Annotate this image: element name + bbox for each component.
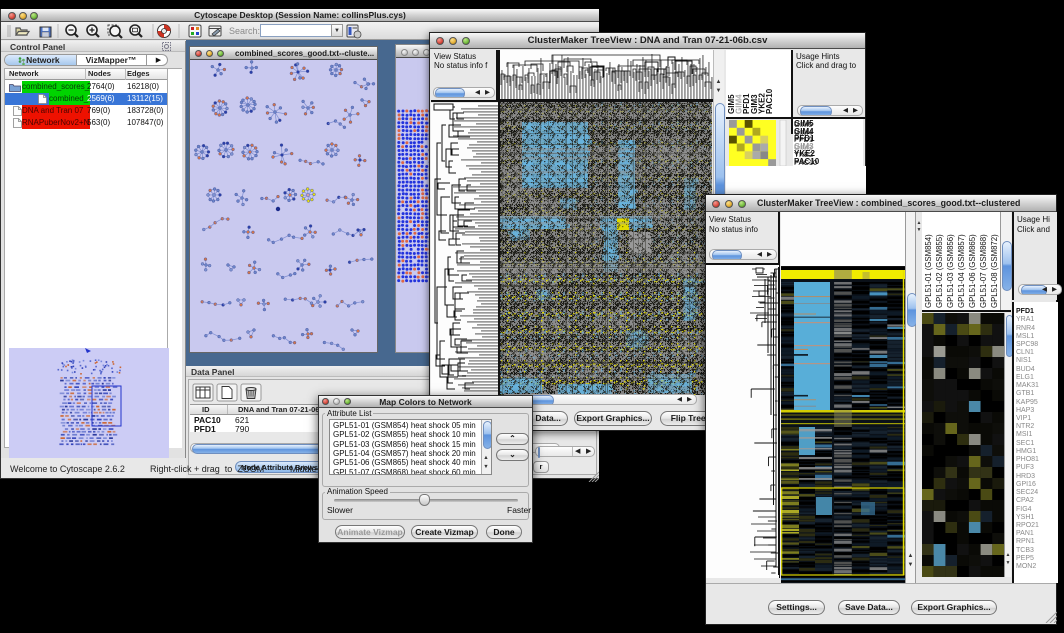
svg-text:GPL51-06 (GSM865): GPL51-06 (GSM865) xyxy=(968,234,977,308)
svg-text:GPL51-07 (GSM868): GPL51-07 (GSM868) xyxy=(979,234,988,308)
svg-text:GPL51-01 (GSM854): GPL51-01 (GSM854) xyxy=(924,234,933,308)
svg-text:GPL51-03 (GSM856): GPL51-03 (GSM856) xyxy=(946,234,955,308)
svg-text:GPL51-04 (GSM857): GPL51-04 (GSM857) xyxy=(957,234,966,308)
svg-text:PAC10: PAC10 xyxy=(765,88,774,114)
svg-text:GPL51-02 (GSM855): GPL51-02 (GSM855) xyxy=(935,234,944,308)
svg-text:GPL51-08 (GSM872): GPL51-08 (GSM872) xyxy=(990,234,999,308)
